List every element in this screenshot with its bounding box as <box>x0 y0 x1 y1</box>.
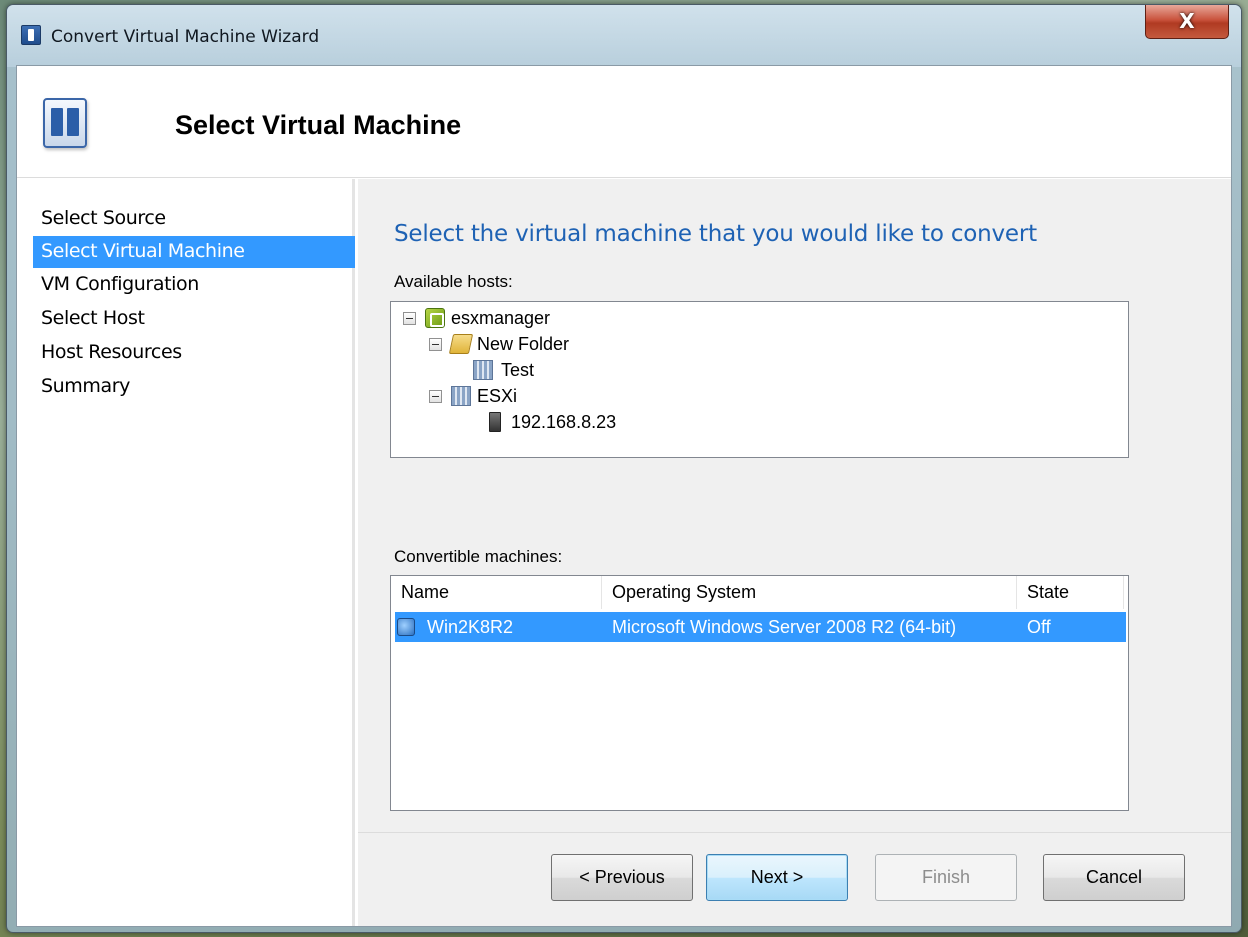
collapse-icon[interactable] <box>429 390 442 403</box>
available-hosts-label: Available hosts: <box>394 272 513 291</box>
vcenter-icon <box>425 308 445 328</box>
sidebar-item-summary[interactable]: Summary <box>33 371 355 403</box>
vm-state-cell: Off <box>1027 617 1051 637</box>
sidebar-item-vm-configuration[interactable]: VM Configuration <box>33 269 355 301</box>
tree-node-host-ip[interactable]: 192.168.8.23 <box>489 410 709 436</box>
next-button[interactable]: Next > <box>706 854 848 901</box>
sidebar-item-select-virtual-machine[interactable]: Select Virtual Machine <box>33 236 355 268</box>
column-header-operating-system[interactable]: Operating System <box>602 576 1017 609</box>
tree-node-label: esxmanager <box>451 308 551 328</box>
server-icon <box>489 412 501 432</box>
vm-name-cell: Win2K8R2 <box>427 617 514 637</box>
virtual-machine-icon <box>397 618 415 636</box>
wizard-window: Convert Virtual Machine Wizard X Select … <box>6 4 1242 933</box>
table-row[interactable]: Win2K8R2 Microsoft Windows Server 2008 R… <box>395 612 1126 642</box>
main-panel: Select the virtual machine that you woul… <box>358 179 1231 814</box>
window-title: Convert Virtual Machine Wizard <box>51 27 320 47</box>
panel-spacer <box>358 814 1231 832</box>
convertible-machines-label: Convertible machines: <box>394 547 563 566</box>
tree-node-label: New Folder <box>477 334 570 354</box>
convertible-machines-list[interactable]: Name Operating System State Win2K8R2 Mic… <box>390 575 1129 811</box>
sidebar-item-host-resources[interactable]: Host Resources <box>33 337 355 369</box>
tree-node-new-folder[interactable]: New Folder <box>429 332 729 358</box>
button-bar: < Previous Next > Finish Cancel <box>358 832 1231 926</box>
wizard-steps-sidebar: Select Source Select Virtual Machine VM … <box>17 179 355 926</box>
tree-node-label: ESXi <box>477 386 518 406</box>
vm-os-cell: Microsoft Windows Server 2008 R2 (64-bit… <box>612 617 957 637</box>
collapse-icon[interactable] <box>429 338 442 351</box>
host-group-icon <box>473 360 493 380</box>
wizard-header: Select Virtual Machine <box>17 66 1231 178</box>
collapse-icon[interactable] <box>403 312 416 325</box>
sidebar-item-select-source[interactable]: Select Source <box>33 203 355 235</box>
host-group-icon <box>451 386 471 406</box>
previous-button[interactable]: < Previous <box>551 854 693 901</box>
cancel-button[interactable]: Cancel <box>1043 854 1185 901</box>
close-button[interactable]: X <box>1145 5 1229 39</box>
main-heading: Select the virtual machine that you woul… <box>394 221 1037 247</box>
column-header-name[interactable]: Name <box>391 576 602 609</box>
client-area: Select Virtual Machine Select Source Sel… <box>16 65 1232 927</box>
page-title: Select Virtual Machine <box>175 110 462 140</box>
tree-node-esxmanager[interactable]: esxmanager <box>403 306 703 332</box>
title-bar[interactable]: Convert Virtual Machine Wizard X <box>7 5 1241 67</box>
folder-icon <box>448 334 474 354</box>
tree-node-test[interactable]: Test <box>473 358 673 384</box>
tree-node-esxi[interactable]: ESXi <box>429 384 629 410</box>
sidebar-item-select-host[interactable]: Select Host <box>33 303 355 335</box>
tree-node-label: 192.168.8.23 <box>511 412 617 432</box>
finish-button[interactable]: Finish <box>875 854 1017 901</box>
tree-node-label: Test <box>501 360 535 380</box>
wizard-icon <box>43 98 87 148</box>
app-icon <box>21 25 41 45</box>
column-header-state[interactable]: State <box>1017 576 1124 609</box>
hosts-tree[interactable]: esxmanager New Folder Test ESXi 192.168.… <box>390 301 1129 458</box>
